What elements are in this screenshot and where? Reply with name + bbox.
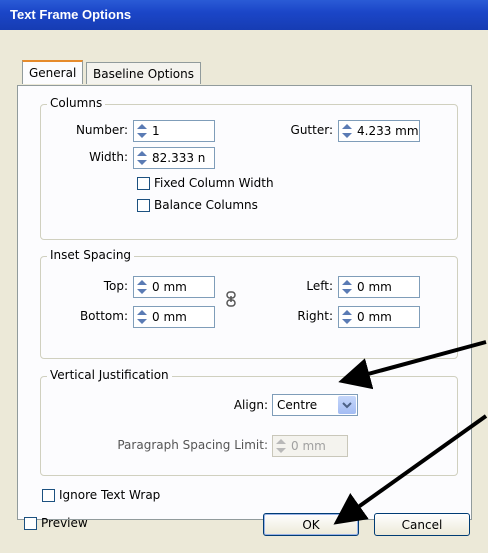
spinner-arrows-icon[interactable] <box>136 123 148 139</box>
vertical-justification-group <box>40 376 458 476</box>
width-value: 82.333 n <box>152 151 206 165</box>
bottom-inset-value: 0 mm <box>152 310 187 324</box>
fixed-column-width-label: Fixed Column Width <box>154 176 274 190</box>
vertical-justification-group-label: Vertical Justification <box>47 368 172 382</box>
tab-baseline-options-label: Baseline Options <box>93 67 194 81</box>
gutter-field[interactable]: 4.233 mm <box>338 120 420 142</box>
paragraph-spacing-limit-field: 0 mm <box>272 435 348 457</box>
balance-columns-checkbox[interactable] <box>137 199 150 212</box>
tab-general-label: General <box>29 66 77 80</box>
ignore-text-wrap-checkbox[interactable] <box>42 489 55 502</box>
number-field[interactable]: 1 <box>133 120 215 142</box>
tab-general[interactable]: General <box>22 60 84 84</box>
inset-spacing-group-label: Inset Spacing <box>47 248 135 262</box>
preview-label: Preview <box>41 516 88 530</box>
spinner-arrows-icon[interactable] <box>136 279 148 295</box>
spinner-arrows-icon[interactable] <box>136 309 148 325</box>
window-title: Text Frame Options <box>10 7 132 22</box>
top-label: Top: <box>103 279 128 293</box>
align-label: Align: <box>233 398 268 412</box>
dialog-body: General Baseline Options Columns Number:… <box>0 30 488 553</box>
align-dropdown-button[interactable] <box>338 396 356 414</box>
top-inset-field[interactable]: 0 mm <box>133 276 215 298</box>
gutter-label: Gutter: <box>290 123 333 137</box>
ignore-text-wrap-label: Ignore Text Wrap <box>59 488 161 502</box>
balance-columns-label: Balance Columns <box>154 198 258 212</box>
number-value: 1 <box>152 124 160 138</box>
spinner-arrows-icon[interactable] <box>341 309 353 325</box>
spinner-arrows-icon[interactable] <box>136 150 148 166</box>
top-inset-value: 0 mm <box>152 280 187 294</box>
number-label: Number: <box>75 123 128 137</box>
align-select[interactable]: Centre <box>272 394 358 416</box>
fixed-column-width-checkbox[interactable] <box>137 177 150 190</box>
ok-button-label: OK <box>302 518 320 532</box>
preview-checkbox[interactable] <box>24 517 37 530</box>
tab-panel-general: Columns Number: 1 Gutter: 4.233 mm Width… <box>17 85 472 520</box>
left-inset-value: 0 mm <box>357 280 392 294</box>
spinner-arrows-icon[interactable] <box>341 279 353 295</box>
paragraph-spacing-limit-value: 0 mm <box>291 439 326 453</box>
spinner-arrows-icon <box>276 439 286 453</box>
bottom-inset-field[interactable]: 0 mm <box>133 306 215 328</box>
columns-group-label: Columns <box>47 96 106 110</box>
align-value: Centre <box>277 398 318 412</box>
left-inset-field[interactable]: 0 mm <box>338 276 420 298</box>
right-label: Right: <box>297 309 333 323</box>
bottom-label: Bottom: <box>79 309 128 323</box>
chain-link-icon[interactable] <box>225 291 237 307</box>
right-inset-value: 0 mm <box>357 310 392 324</box>
cancel-button-label: Cancel <box>401 518 443 532</box>
tab-baseline-options[interactable]: Baseline Options <box>86 62 201 84</box>
right-inset-field[interactable]: 0 mm <box>338 306 420 328</box>
ok-button[interactable]: OK <box>263 513 359 536</box>
title-bar: Text Frame Options <box>0 0 488 30</box>
gutter-value: 4.233 mm <box>357 124 419 138</box>
cancel-button[interactable]: Cancel <box>374 513 470 536</box>
left-label: Left: <box>306 279 333 293</box>
width-field[interactable]: 82.333 n <box>133 147 215 169</box>
paragraph-spacing-limit-label: Paragraph Spacing Limit: <box>117 438 268 452</box>
chevron-down-icon <box>342 402 352 409</box>
spinner-arrows-icon[interactable] <box>341 123 353 139</box>
width-label: Width: <box>89 150 128 164</box>
